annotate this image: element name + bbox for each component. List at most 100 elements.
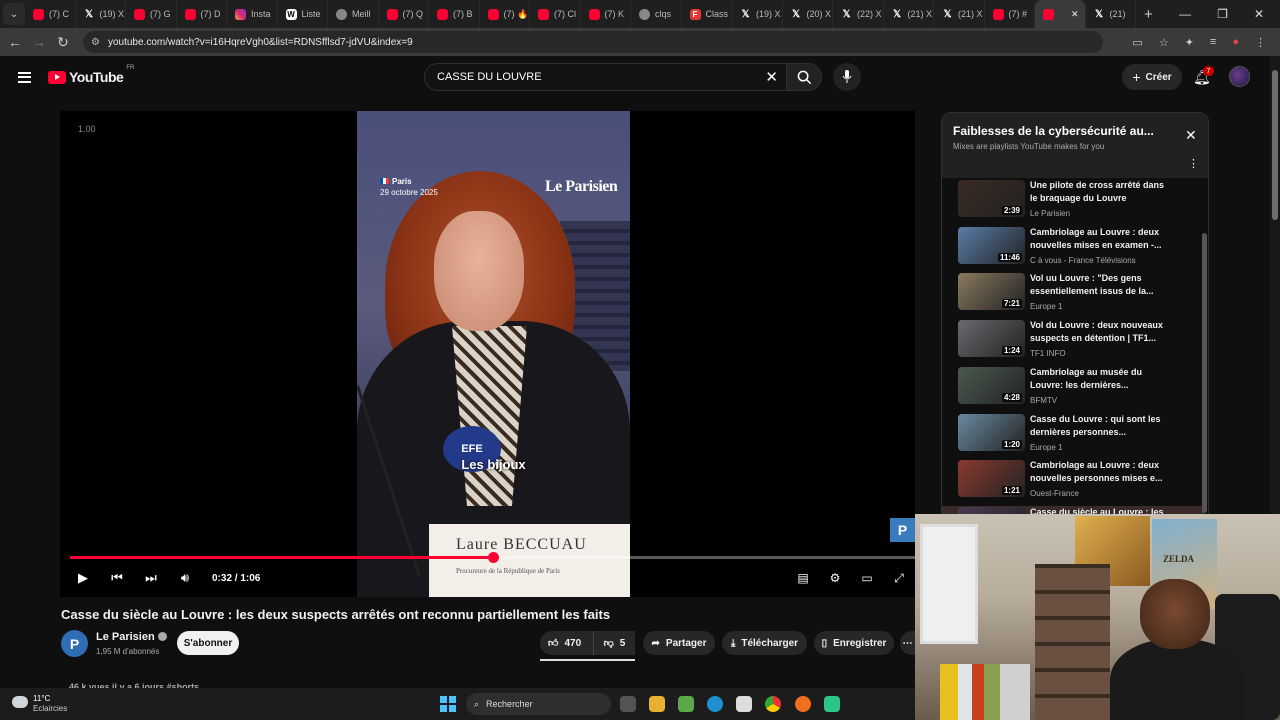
playlist-thumbnail[interactable]: 4:28 [958, 366, 1025, 404]
page-scrollbar-thumb[interactable] [1272, 70, 1278, 220]
playlist-thumbnail[interactable]: 1:24 [958, 320, 1025, 358]
browser-tab[interactable]: Meill [328, 0, 379, 28]
theater-mode-icon[interactable]: ▭ [851, 571, 883, 586]
play-icon[interactable]: ▶ [66, 570, 100, 586]
profile-icon[interactable]: ● [1232, 36, 1239, 49]
browser-tab[interactable]: (7) D [177, 0, 227, 28]
forward-arrow-icon[interactable]: → [27, 34, 51, 50]
playlist-item-title[interactable]: Cambriolage au Louvre : deux nouvelles p… [1030, 459, 1170, 485]
bookmark-star-icon[interactable]: ☆ [1159, 36, 1169, 49]
playlist-more-icon[interactable]: ⋮ [1188, 157, 1199, 170]
browser-tab[interactable]: (7) K [581, 0, 631, 28]
share-button[interactable]: ➦ Partager [643, 631, 715, 655]
browser-tab[interactable]: 𝕏 (19) X [76, 0, 126, 28]
search-button[interactable] [786, 63, 822, 91]
task-view-icon[interactable] [620, 696, 636, 712]
playlist-item[interactable]: 4:28 Cambriolage au musée du Louvre: les … [942, 366, 1204, 413]
browser-tab[interactable]: (7) B [429, 0, 480, 28]
playlist-item-title[interactable]: Cambriolage au musée du Louvre: les dern… [1030, 366, 1170, 392]
menu-hamburger-icon[interactable] [18, 71, 31, 83]
weather-description[interactable]: Eclaircies [33, 704, 67, 713]
playlist-title[interactable]: Faiblesses de la cybersécurité au... [953, 124, 1154, 138]
browser-tab[interactable]: 𝕏 (21) X [934, 0, 985, 28]
close-tab-icon[interactable]: ✕ [1071, 9, 1079, 20]
reload-icon[interactable]: ↻ [51, 34, 75, 51]
file-explorer-icon[interactable] [649, 696, 665, 712]
app-icon[interactable] [824, 696, 840, 712]
firefox-icon[interactable] [795, 696, 811, 712]
search-input[interactable]: CASSE DU LOUVRE ✕ [424, 63, 786, 91]
playlist-item[interactable]: 1:20 Casse du Louvre : qui sont les derni… [942, 413, 1204, 460]
browser-tab[interactable]: 𝕏 (21) [1086, 0, 1136, 28]
progress-bar[interactable] [70, 552, 915, 563]
settings-gear-icon[interactable]: ⚙ [819, 571, 851, 586]
cast-icon[interactable]: ▭ [1132, 36, 1142, 49]
playlist-item[interactable]: 1:21 Cambriolage au Louvre : deux nouvell… [942, 459, 1204, 506]
subtitles-icon[interactable]: ▤ [787, 571, 819, 586]
address-bar[interactable]: ⚙ youtube.com/watch?v=i16HqreVgh0&list=R… [83, 31, 1103, 53]
browser-tab[interactable]: (7) C [25, 0, 76, 28]
browser-tab[interactable]: Insta [227, 0, 278, 28]
playlist-item-title[interactable]: Une pilote de cross arrêté dans le braqu… [1030, 179, 1170, 205]
playlist-item[interactable]: 1:24 Vol du Louvre : deux nouveaux suspec… [942, 319, 1204, 366]
taskbar-search-input[interactable]: ⌕ Rechercher [466, 693, 611, 715]
new-tab-plus-icon[interactable]: + [1144, 6, 1153, 23]
voice-search-button[interactable] [833, 63, 861, 91]
weather-temperature[interactable]: 11°C [33, 694, 50, 703]
browser-tab[interactable]: ✕ [1035, 0, 1086, 28]
playlist-item-title[interactable]: Vol du Louvre : deux nouveaux suspects e… [1030, 319, 1170, 345]
browser-tab[interactable]: (7) G [126, 0, 177, 28]
browser-tab[interactable]: clqs [631, 0, 682, 28]
browser-tab[interactable]: W Liste [278, 0, 328, 28]
video-frame[interactable]: EFE Paris 29 octobre 2025 Le Parisien Le… [357, 111, 630, 597]
browser-tab[interactable]: (7) # [985, 0, 1035, 28]
playlist-thumbnail[interactable]: 1:20 [958, 413, 1025, 451]
clear-search-icon[interactable]: ✕ [765, 68, 778, 86]
previous-icon[interactable]: ⏮ [100, 570, 134, 586]
channel-name[interactable]: Le Parisien [96, 631, 167, 643]
browser-tab[interactable]: 𝕏 (20) X [783, 0, 833, 28]
save-button[interactable]: ▯ Enregistrer [814, 631, 894, 655]
playlist-thumbnail[interactable]: 1:21 [958, 460, 1025, 498]
maximize-icon[interactable]: ❐ [1217, 7, 1228, 21]
back-arrow-icon[interactable]: ← [3, 34, 27, 50]
browser-tab[interactable]: 𝕏 (22) X [833, 0, 884, 28]
playlist-item-title[interactable]: Cambriolage au Louvre : deux nouvelles m… [1030, 226, 1170, 252]
more-actions-icon[interactable]: ⋯ [900, 631, 915, 655]
weather-cloud-icon[interactable] [12, 696, 28, 708]
channel-avatar[interactable]: P [61, 630, 88, 657]
next-icon[interactable]: ⏭ [134, 570, 168, 586]
playlist-scrollbar-thumb[interactable] [1202, 233, 1207, 513]
browser-tab[interactable]: 𝕏 (21) X [884, 0, 934, 28]
fullscreen-icon[interactable]: ⤢ [883, 571, 915, 586]
nvidia-icon[interactable] [678, 696, 694, 712]
playlist-item[interactable]: 2:39 Une pilote de cross arrêté dans le b… [942, 179, 1204, 226]
chrome-icon[interactable] [765, 696, 781, 712]
create-button[interactable]: + Créer [1122, 64, 1182, 90]
store-icon[interactable] [736, 696, 752, 712]
minimize-icon[interactable]: — [1179, 7, 1191, 21]
browser-tab[interactable]: 𝕏 (19) X [732, 0, 783, 28]
channel-watermark-badge[interactable]: P [890, 518, 915, 542]
subscribe-button[interactable]: S'abonner [177, 631, 239, 655]
browser-tab[interactable]: (7) Cl [530, 0, 581, 28]
download-button[interactable]: ⤓ Télécharger [722, 631, 807, 655]
volume-icon[interactable]: 🔊︎ [168, 570, 202, 586]
playlist-thumbnail[interactable]: 11:46 [958, 226, 1025, 264]
tab-search-chevron-icon[interactable]: ⌄ [3, 3, 25, 25]
playlist-item-title[interactable]: Casse du Louvre : qui sont les dernières… [1030, 413, 1170, 439]
media-control-icon[interactable]: ≡ [1210, 36, 1216, 49]
browser-tab[interactable]: F Class [682, 0, 732, 28]
extensions-icon[interactable]: ✦ [1185, 36, 1194, 49]
account-avatar[interactable] [1229, 66, 1250, 87]
site-info-icon[interactable]: ⚙ [91, 37, 100, 48]
close-window-icon[interactable]: ✕ [1254, 7, 1264, 21]
close-playlist-icon[interactable]: ✕ [1185, 127, 1197, 144]
browser-tab[interactable]: (7) 🔥 [480, 0, 530, 28]
browser-menu-icon[interactable]: ⋮ [1255, 36, 1266, 49]
youtube-logo[interactable]: YouTube FR [48, 65, 134, 85]
playlist-item[interactable]: 11:46 Cambriolage au Louvre : deux nouvel… [942, 226, 1204, 273]
playlist-scrollbar[interactable] [1202, 193, 1207, 521]
playlist-item[interactable]: 7:21 Vol uu Louvre : "Des gens essentiell… [942, 272, 1204, 319]
playlist-thumbnail[interactable]: 2:39 [958, 180, 1025, 217]
